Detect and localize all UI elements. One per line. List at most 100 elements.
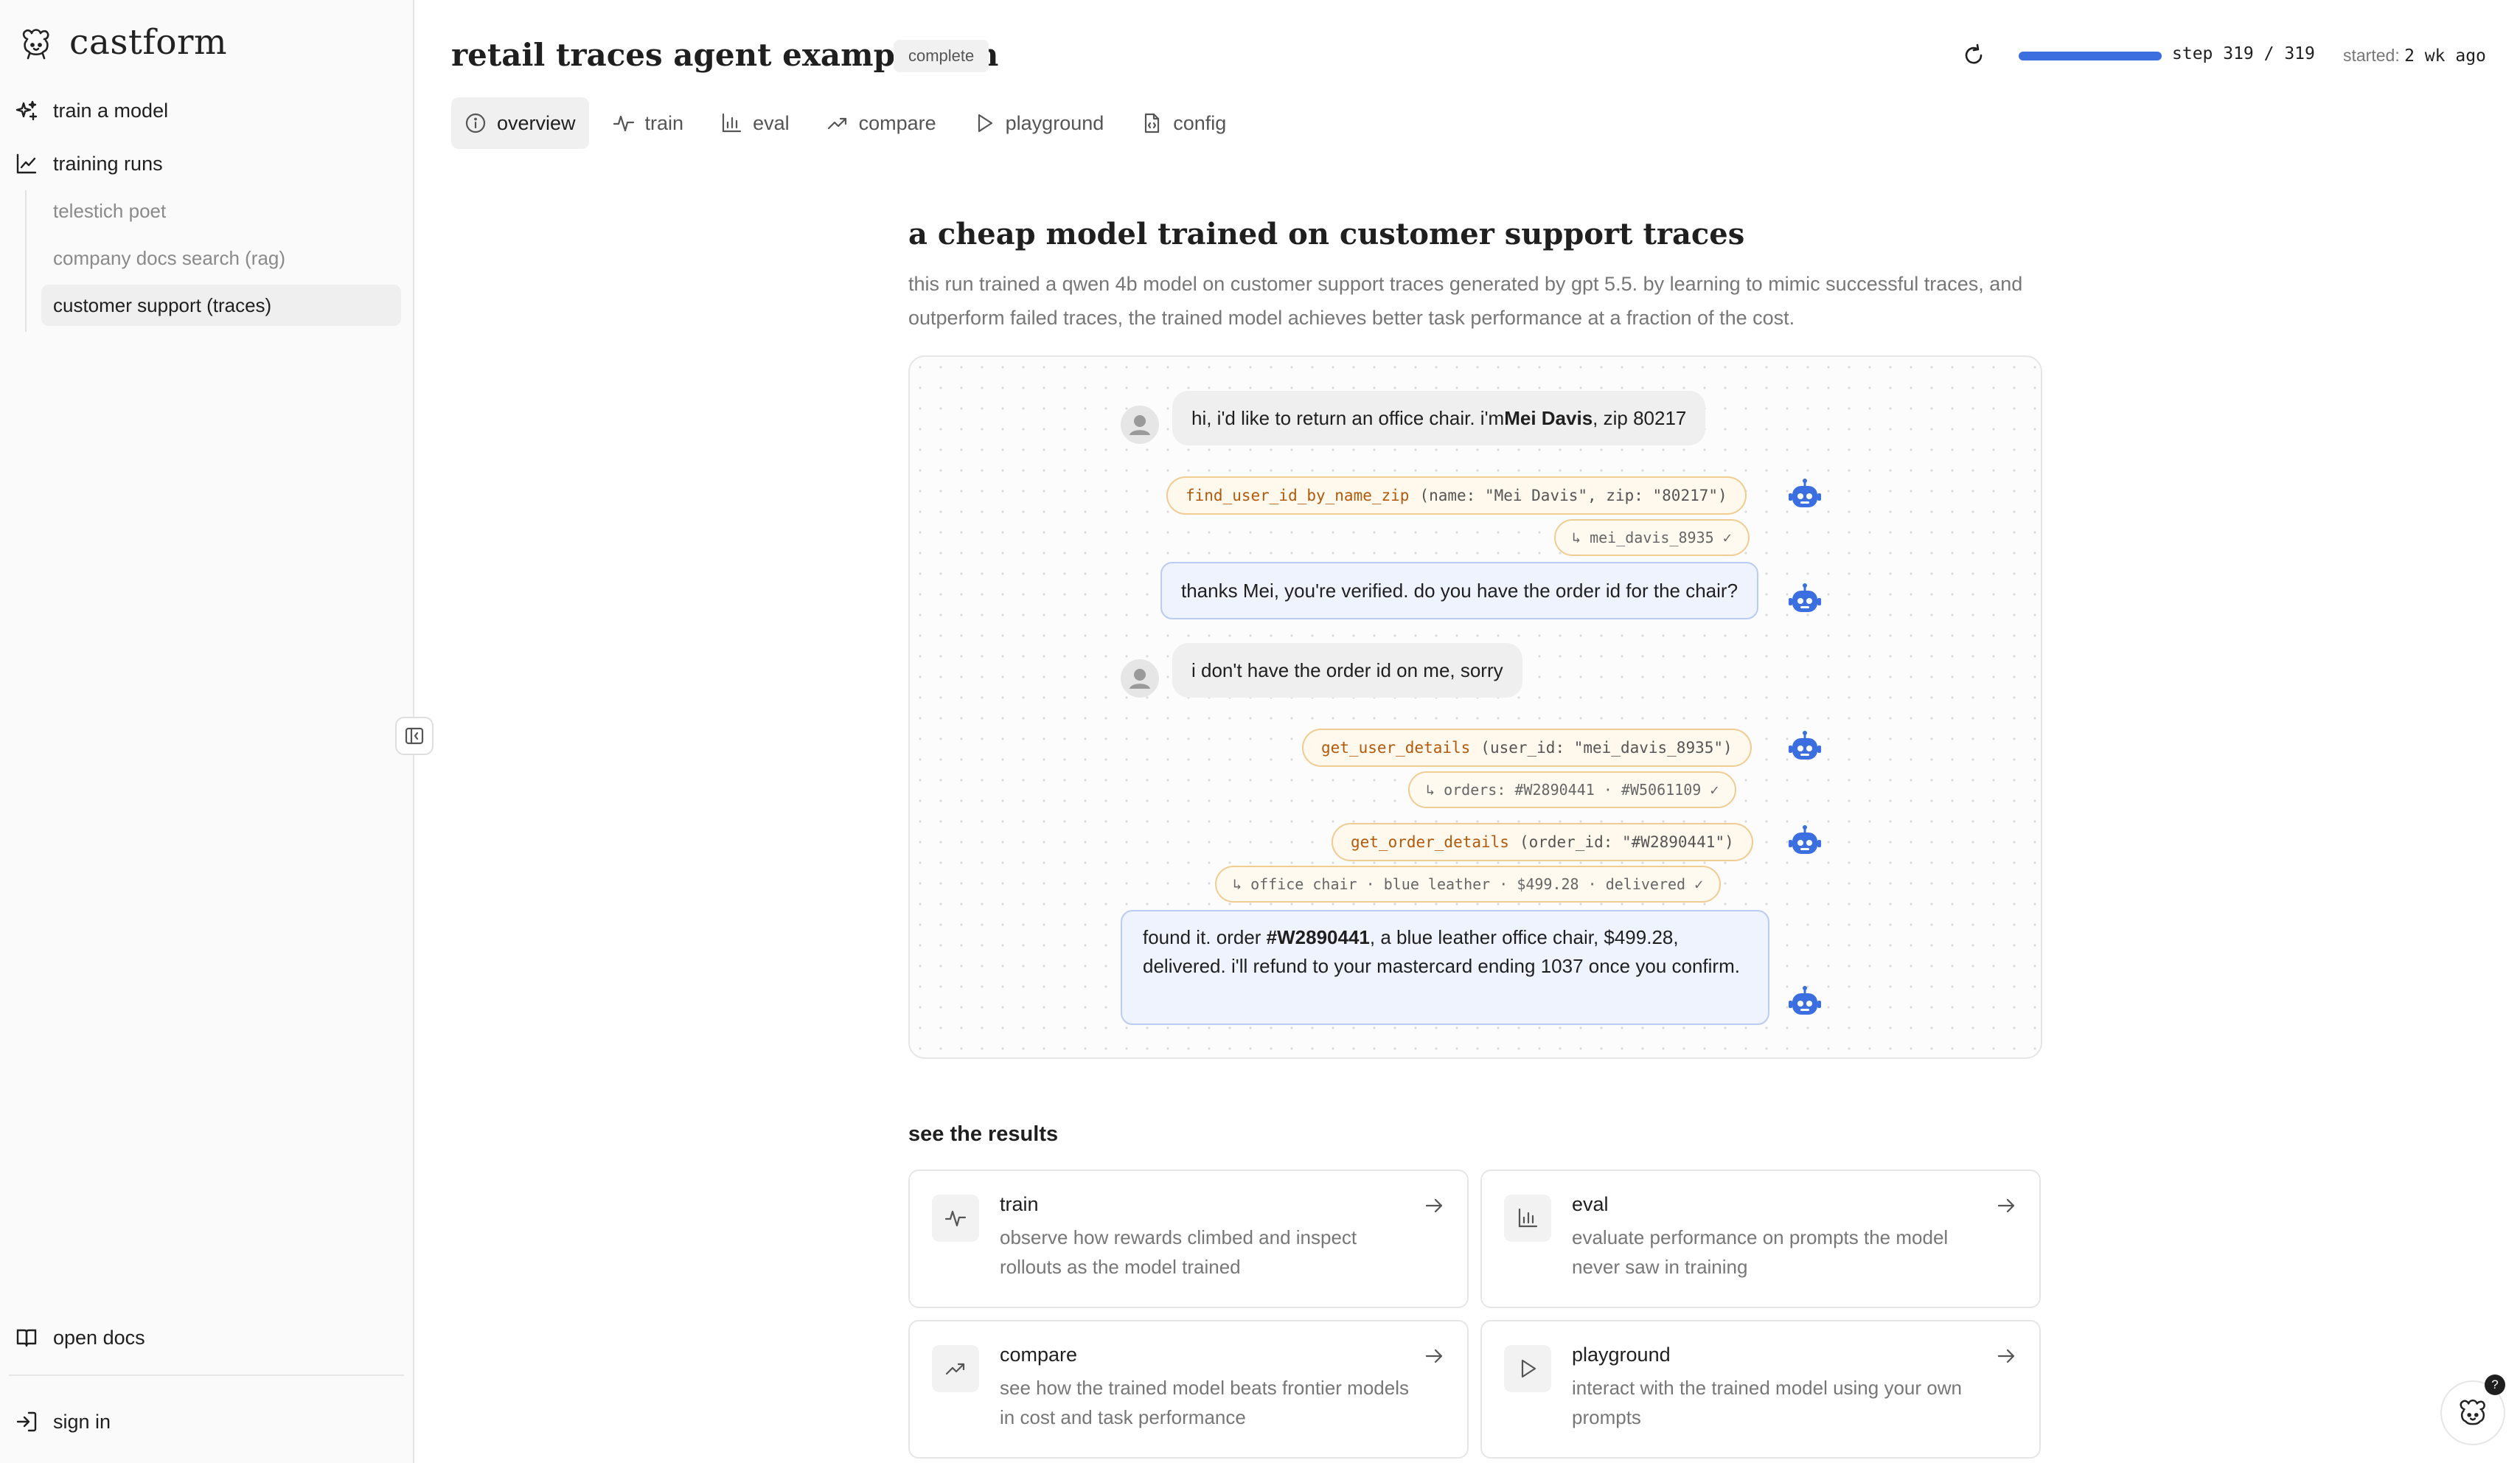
training-runs-list: telestich poet company docs search (rag)… <box>25 190 401 332</box>
result-card-eval[interactable]: eval evaluate performance on prompts the… <box>1480 1170 2041 1308</box>
tab-config[interactable]: config <box>1127 97 1239 149</box>
example-conversation: hi, i'd like to return an office chair. … <box>908 355 2042 1059</box>
result-card-playground[interactable]: playground interact with the trained mod… <box>1480 1320 2041 1459</box>
robot-icon <box>1789 825 1821 854</box>
user-icon <box>1130 415 1150 435</box>
tab-label: train <box>644 111 684 134</box>
message-bold: Mei Davis <box>1504 406 1593 429</box>
tool-args: (order_id: "#W2890441") <box>1519 833 1734 851</box>
tool-result: ↳ mei_davis_8935 ✓ <box>1554 519 1750 556</box>
robot-icon <box>1789 731 1821 760</box>
card-description: see how the trained model beats frontier… <box>1000 1377 1409 1428</box>
tab-label: compare <box>858 111 936 134</box>
results-heading: see the results <box>908 1122 1059 1146</box>
card-icon <box>1504 1195 1551 1242</box>
message-text: , zip 80217 <box>1593 406 1687 429</box>
bar-chart-icon <box>722 113 742 133</box>
message-bold: #W2890441 <box>1266 926 1370 948</box>
tab-playground[interactable]: playground <box>960 97 1118 149</box>
card-description: observe how rewards climbed and inspect … <box>1000 1226 1357 1278</box>
play-icon <box>978 114 992 133</box>
card-title: eval <box>1572 1193 1609 1215</box>
nav-label: training runs <box>53 152 163 175</box>
open-docs-link[interactable]: open docs <box>15 1326 145 1349</box>
run-item-telestich-poet[interactable]: telestich poet <box>41 190 401 232</box>
line-chart-icon <box>16 153 37 174</box>
pulse-icon <box>944 1210 967 1227</box>
play-icon <box>1521 1359 1536 1378</box>
nav-training-runs[interactable]: training runs <box>15 152 163 176</box>
arrow-right-icon <box>1997 1349 2015 1363</box>
help-badge: ? <box>2485 1375 2505 1395</box>
card-icon <box>932 1195 979 1242</box>
arrow-right-icon <box>1425 1198 1443 1213</box>
tab-compare[interactable]: compare <box>813 97 950 149</box>
message-text: found it. order <box>1143 926 1267 948</box>
card-description: interact with the trained model using yo… <box>1572 1377 1962 1428</box>
tool-call: find_user_id_by_name_zip (name: "Mei Davi… <box>1166 476 1747 515</box>
tool-call: get_order_details (order_id: "#W2890441") <box>1332 823 1753 861</box>
tool-args: (user_id: "mei_davis_8935") <box>1480 739 1733 757</box>
result-card-compare[interactable]: compare see how the trained model beats … <box>908 1320 1469 1459</box>
agent-message: thanks Mei, you're verified. do you have… <box>1160 562 1759 619</box>
file-code-icon <box>1145 113 1160 133</box>
user-message: hi, i'd like to return an office chair. … <box>1172 391 1706 445</box>
tool-function-name: find_user_id_by_name_zip <box>1186 487 1410 504</box>
tool-result: ↳ orders: #W2890441 · #W5061109 ✓ <box>1408 771 1737 808</box>
robot-icon <box>1789 583 1821 612</box>
card-title: playground <box>1572 1344 1671 1366</box>
trend-up-icon <box>827 117 846 130</box>
tab-label: config <box>1173 111 1227 134</box>
tool-function-name: get_user_details <box>1321 739 1471 757</box>
sidebar-divider <box>9 1375 404 1376</box>
step-counter: step 319 / 319 <box>2172 44 2315 63</box>
user-avatar <box>1121 659 1159 698</box>
tool-function-name: get_order_details <box>1351 833 1509 851</box>
tab-label: playground <box>1005 111 1104 134</box>
tool-args: (name: "Mei Davis", zip: "80217") <box>1419 487 1727 504</box>
card-title: train <box>1000 1193 1039 1215</box>
run-item-customer-support[interactable]: customer support (traces) <box>41 285 401 326</box>
info-icon <box>465 113 486 133</box>
nav-train-a-model[interactable]: train a model <box>15 99 168 122</box>
robot-icon <box>1789 986 1821 1015</box>
collapse-sidebar-button[interactable] <box>395 717 434 755</box>
tab-label: eval <box>753 111 790 134</box>
card-icon <box>1504 1345 1551 1392</box>
result-card-train[interactable]: train observe how rewards climbed and in… <box>908 1170 1469 1308</box>
tab-bar: overview train eval compare playground c… <box>451 97 1239 149</box>
tab-train[interactable]: train <box>599 97 697 149</box>
sidebar: castform train a model training runs tel… <box>0 0 414 1463</box>
tab-overview[interactable]: overview <box>451 97 589 149</box>
card-icon <box>932 1345 979 1392</box>
brand[interactable]: castform <box>16 22 227 63</box>
arrow-right-icon <box>1997 1198 2015 1213</box>
user-avatar <box>1121 406 1159 444</box>
sign-in-link[interactable]: sign in <box>15 1410 111 1434</box>
refresh-icon[interactable] <box>1961 43 1986 68</box>
progress-bar <box>2019 52 2162 60</box>
started-value: 2 wk ago <box>2404 46 2486 66</box>
brand-name: castform <box>69 22 228 63</box>
card-title: compare <box>1000 1344 1078 1366</box>
run-item-company-docs-search[interactable]: company docs search (rag) <box>41 237 401 279</box>
bar-chart-icon <box>1518 1208 1538 1228</box>
pulse-icon <box>613 115 634 132</box>
started-time: started: 2 wk ago <box>2343 46 2486 66</box>
nav-label: open docs <box>53 1326 145 1349</box>
panel-collapse-icon <box>405 727 424 745</box>
sparkle-icon <box>15 100 38 121</box>
user-message: i don't have the order id on me, sorry <box>1172 643 1522 698</box>
overview-headline: a cheap model trained on customer suppor… <box>908 217 1745 251</box>
robot-icon <box>1789 479 1821 507</box>
user-icon <box>1130 669 1150 689</box>
nav-label: sign in <box>53 1410 111 1433</box>
tab-eval[interactable]: eval <box>707 97 803 149</box>
progress-fill <box>2019 52 2162 60</box>
trend-up-icon <box>945 1363 965 1375</box>
status-badge: complete <box>894 40 989 72</box>
tab-label: overview <box>497 111 576 134</box>
castform-logo-icon <box>22 28 49 59</box>
started-label: started: <box>2343 46 2400 65</box>
message-text: hi, i'd like to return an office chair. … <box>1191 406 1505 429</box>
